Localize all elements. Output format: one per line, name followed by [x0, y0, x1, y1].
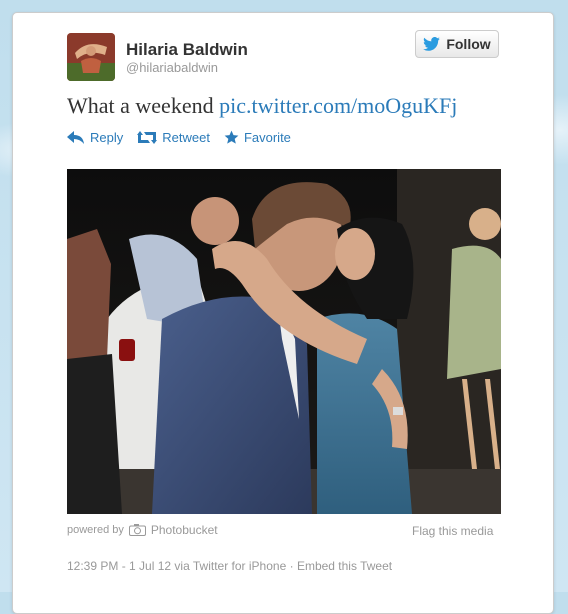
tweet-body: What a weekend — [67, 93, 214, 118]
retweet-icon — [137, 131, 158, 144]
tweet-meta: 12:39 PM - 1 Jul 12 via Twitter for iPho… — [67, 559, 392, 573]
retweet-button[interactable]: Retweet — [137, 130, 210, 145]
tweet-source[interactable]: via Twitter for iPhone — [174, 559, 286, 573]
reply-icon — [67, 130, 84, 144]
star-icon — [224, 130, 239, 144]
user-name[interactable]: Hilaria Baldwin — [126, 40, 248, 60]
reply-button[interactable]: Reply — [67, 130, 123, 145]
tweet-photo[interactable] — [67, 169, 501, 514]
tweet-actions: Reply Retweet Favorite — [67, 130, 291, 145]
tweet-text: What a weekend pic.twitter.com/moOguKFj — [67, 93, 457, 119]
reply-label: Reply — [90, 130, 124, 145]
follow-label: Follow — [446, 36, 491, 52]
photobucket-link[interactable]: Photobucket — [151, 523, 218, 537]
follow-button[interactable]: Follow — [415, 30, 499, 58]
embed-tweet-link[interactable]: Embed this Tweet — [297, 559, 392, 573]
powered-by-label: powered by — [67, 524, 124, 536]
tweet-card: Hilaria Baldwin @hilariabaldwin Follow W… — [12, 12, 554, 614]
tweet-media-link[interactable]: pic.twitter.com/moOguKFj — [219, 93, 457, 118]
retweet-label: Retweet — [162, 130, 210, 145]
powered-by: powered by Photobucket — [67, 523, 218, 537]
meta-separator: · — [289, 559, 294, 573]
avatar[interactable] — [67, 33, 115, 81]
favorite-button[interactable]: Favorite — [224, 130, 291, 145]
camera-icon — [128, 524, 146, 536]
twitter-bird-icon — [423, 37, 441, 51]
user-handle[interactable]: @hilariabaldwin — [126, 60, 218, 75]
tweet-timestamp[interactable]: 12:39 PM - 1 Jul 12 — [67, 559, 171, 573]
favorite-label: Favorite — [243, 130, 291, 145]
flag-media-link[interactable]: Flag this media — [412, 524, 493, 538]
